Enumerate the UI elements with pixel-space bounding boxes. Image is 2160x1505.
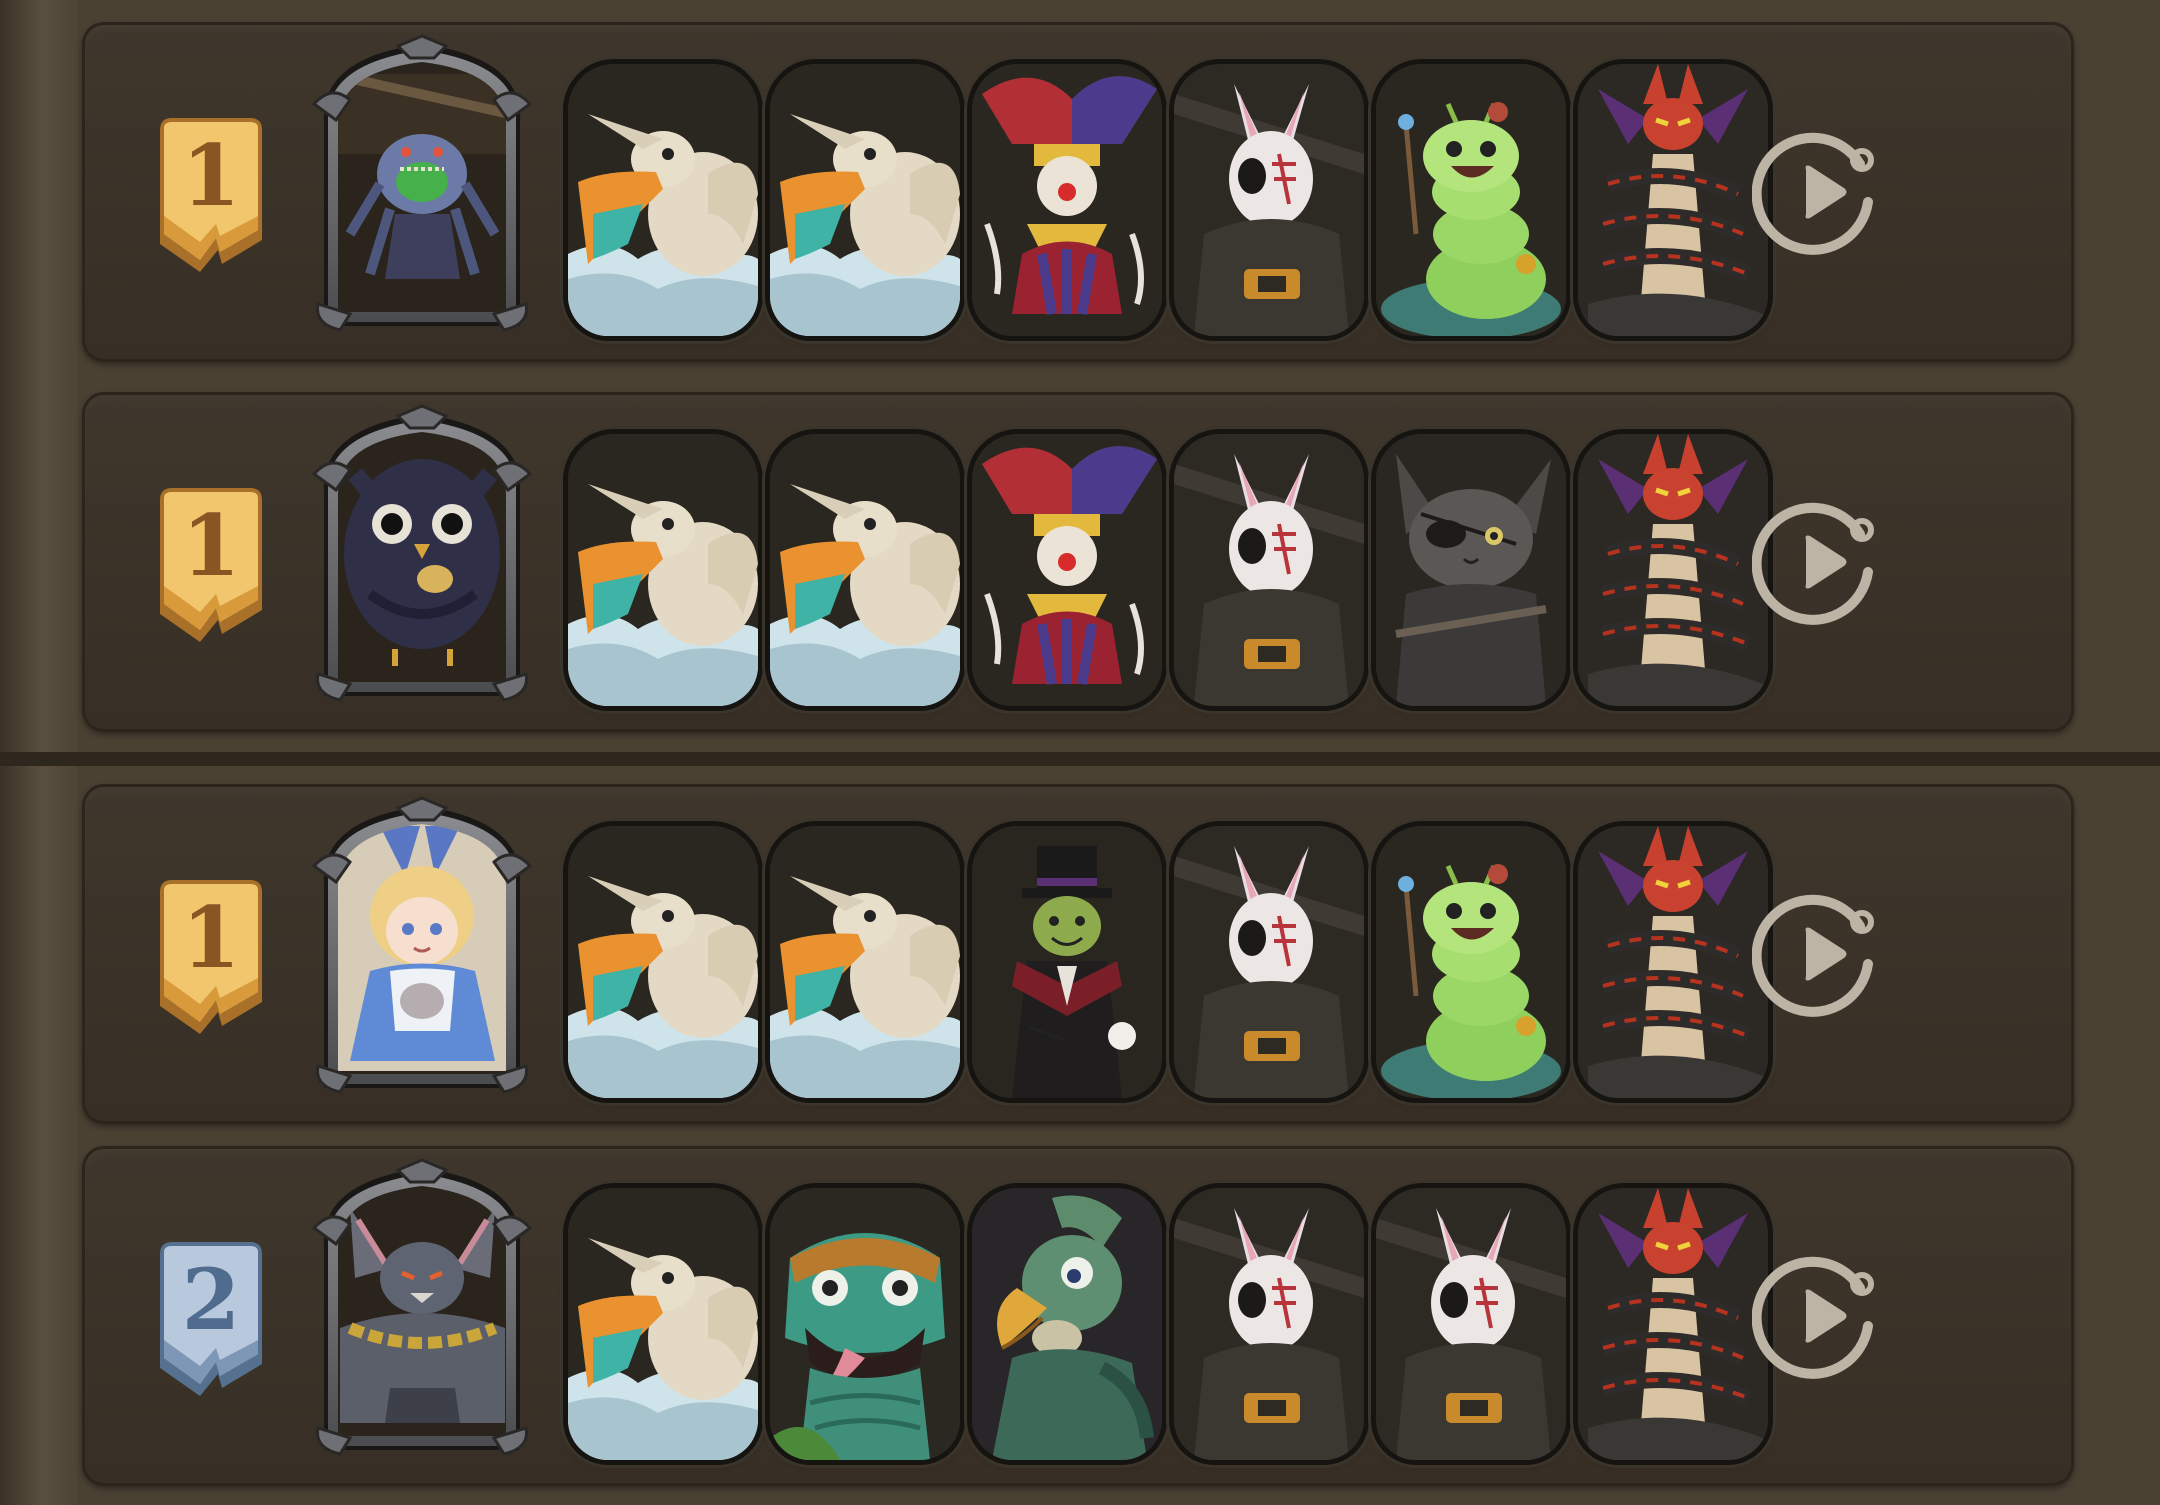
rank-badge: 2	[152, 1236, 270, 1402]
coiled-serpent-demon-icon[interactable]	[1578, 434, 1768, 706]
replay-button[interactable]	[1752, 494, 1888, 630]
caterpillar-icon[interactable]	[1376, 826, 1566, 1098]
alice-girl-icon[interactable]	[310, 796, 534, 1096]
scarred-rabbit-icon[interactable]	[1174, 826, 1364, 1098]
replay-icon	[1752, 894, 1874, 1017]
coiled-serpent-demon-icon[interactable]	[1578, 64, 1768, 336]
top-hat-cricket-icon[interactable]	[972, 826, 1162, 1098]
pelican-icon[interactable]	[770, 64, 960, 336]
green-mouthed-spider-creature-icon[interactable]	[310, 34, 534, 334]
pelican-icon[interactable]	[568, 64, 758, 336]
rank-number: 1	[181, 888, 241, 987]
rank-number: 1	[181, 496, 241, 595]
pelican-icon[interactable]	[770, 434, 960, 706]
caterpillar-icon[interactable]	[1376, 64, 1566, 336]
pelican-icon[interactable]	[568, 1188, 758, 1460]
pelican-icon[interactable]	[568, 434, 758, 706]
replay-button[interactable]	[1752, 886, 1888, 1022]
scarred-rabbit-icon[interactable]	[1174, 434, 1364, 706]
replay-icon	[1752, 502, 1874, 625]
replay-button[interactable]	[1752, 124, 1888, 260]
coiled-serpent-demon-icon[interactable]	[1578, 1188, 1768, 1460]
rank-number: 1	[181, 126, 241, 225]
replay-icon	[1752, 1256, 1874, 1379]
rank-badge: 1	[152, 874, 270, 1040]
chained-bat-brute-icon[interactable]	[310, 1158, 534, 1458]
green-lizard-icon[interactable]	[770, 1188, 960, 1460]
replay-button[interactable]	[1752, 1248, 1888, 1384]
scarred-rabbit-icon[interactable]	[1376, 1188, 1566, 1460]
owl-icon[interactable]	[310, 404, 534, 704]
replay-icon	[1752, 132, 1874, 255]
coiled-serpent-demon-icon[interactable]	[1578, 826, 1768, 1098]
eyepatch-cat-icon[interactable]	[1376, 434, 1566, 706]
jester-clown-icon[interactable]	[972, 64, 1162, 336]
section-divider	[0, 752, 2160, 766]
pelican-icon[interactable]	[770, 826, 960, 1098]
rank-number: 2	[181, 1250, 241, 1349]
scarred-rabbit-icon[interactable]	[1174, 1188, 1364, 1460]
scarred-rabbit-icon[interactable]	[1174, 64, 1364, 336]
pelican-icon[interactable]	[568, 826, 758, 1098]
jester-clown-icon[interactable]	[972, 434, 1162, 706]
rank-badge: 1	[152, 112, 270, 278]
parrot-icon[interactable]	[972, 1188, 1162, 1460]
rank-badge: 1	[152, 482, 270, 648]
